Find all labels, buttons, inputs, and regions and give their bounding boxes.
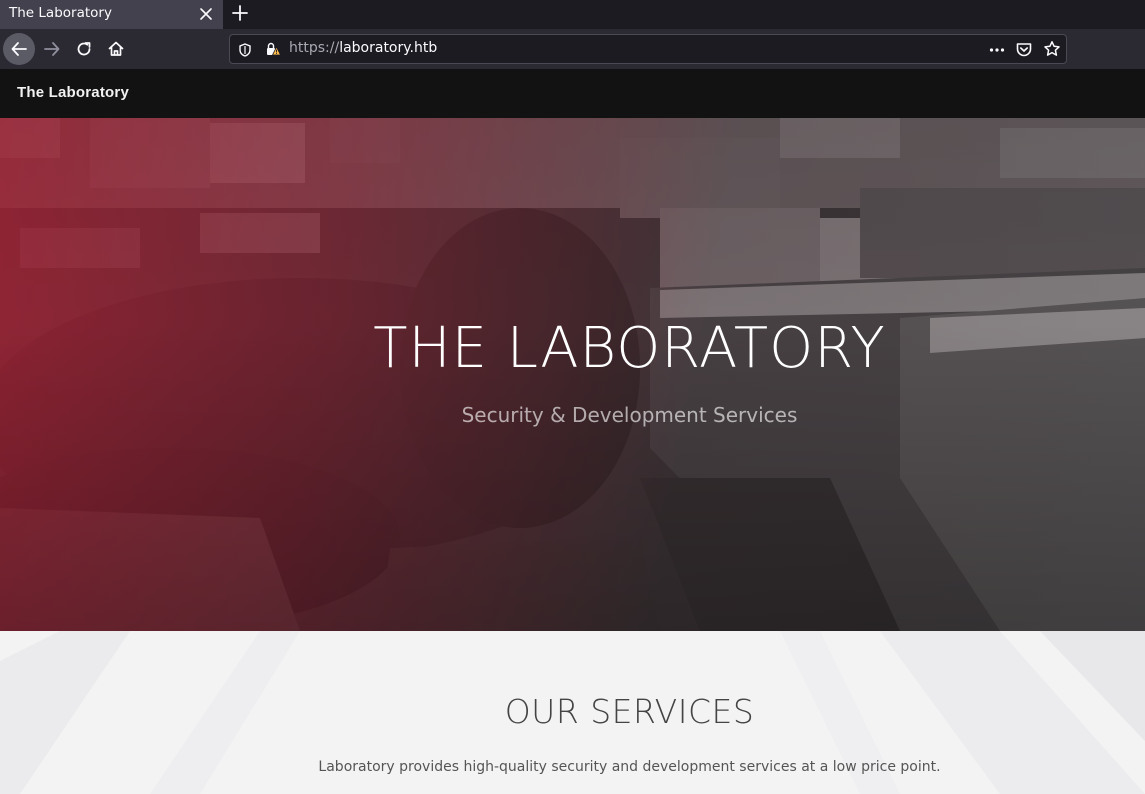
shield-icon[interactable] xyxy=(238,42,252,57)
services-title: OUR SERVICES xyxy=(504,692,755,731)
arrow-left-icon[interactable] xyxy=(3,33,35,65)
close-icon[interactable] xyxy=(197,5,215,23)
active-tab[interactable]: The Laboratory xyxy=(0,0,223,29)
more-dots-icon[interactable] xyxy=(988,41,1006,59)
tab-strip: The Laboratory xyxy=(0,0,1145,29)
pocket-icon[interactable] xyxy=(1015,41,1033,59)
url-bar[interactable]: https://laboratory.htb xyxy=(229,34,1067,64)
arrow-right-icon[interactable] xyxy=(36,33,68,65)
tab-title: The Laboratory xyxy=(9,5,112,21)
hero-section: THE LABORATORY Security & Development Se… xyxy=(0,118,1145,631)
hero-subtitle: Security & Development Services xyxy=(461,403,798,427)
lock-warning-icon[interactable] xyxy=(265,41,282,57)
url-host: laboratory.htb xyxy=(339,40,438,56)
browser-toolbar: https://laboratory.htb xyxy=(0,29,1145,69)
plus-icon[interactable] xyxy=(229,2,251,24)
services-section: OUR SERVICES Laboratory provides high-qu… xyxy=(0,631,1145,794)
site-navbar: The Laboratory xyxy=(0,69,1145,118)
url-scheme: https:// xyxy=(289,40,340,56)
services-description: Laboratory provides high-quality securit… xyxy=(318,759,941,775)
star-icon[interactable] xyxy=(1043,40,1061,58)
brand-link[interactable]: The Laboratory xyxy=(17,84,129,101)
reload-icon[interactable] xyxy=(68,33,100,65)
url-text[interactable]: https://laboratory.htb xyxy=(289,40,437,56)
home-icon[interactable] xyxy=(100,33,132,65)
hero-title: THE LABORATORY xyxy=(373,316,886,381)
